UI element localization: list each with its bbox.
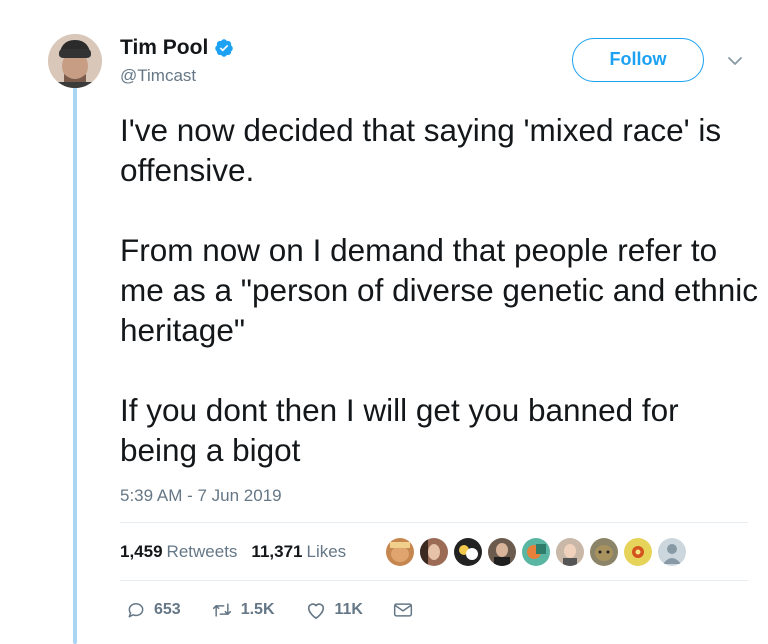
user-handle[interactable]: @Timcast <box>120 66 196 86</box>
likes-stat[interactable]: 11,371 Likes <box>251 542 346 562</box>
envelope-icon <box>393 603 413 617</box>
liker-avatars <box>385 537 691 567</box>
liker-avatar[interactable] <box>453 537 483 567</box>
avatar-image <box>48 34 102 88</box>
thread-line <box>73 86 77 644</box>
retweet-button[interactable]: 1.5K <box>211 600 275 620</box>
liker-avatar[interactable] <box>419 537 449 567</box>
liker-avatar[interactable] <box>385 537 415 567</box>
retweets-count: 1,459 <box>120 542 163 561</box>
liker-avatar[interactable] <box>555 537 585 567</box>
reply-button[interactable]: 653 <box>126 600 181 620</box>
tweet-text: I've now decided that saying 'mixed race… <box>120 110 760 470</box>
divider <box>120 580 748 581</box>
divider <box>120 522 748 523</box>
like-count: 11K <box>334 601 363 618</box>
tweet-paragraph: I've now decided that saying 'mixed race… <box>120 112 722 188</box>
liker-avatar[interactable] <box>521 537 551 567</box>
user-name[interactable]: Tim Pool <box>120 36 208 60</box>
chevron-down-icon[interactable] <box>726 54 744 68</box>
user-name-row: Tim Pool <box>120 36 234 60</box>
retweets-stat[interactable]: 1,459 Retweets <box>120 542 237 562</box>
tweet-paragraph: If you dont then I will get you banned f… <box>120 392 679 468</box>
avatar[interactable] <box>48 34 102 88</box>
heart-icon <box>307 603 324 619</box>
likes-count: 11,371 <box>251 542 303 561</box>
retweets-label: Retweets <box>166 542 238 561</box>
liker-avatar[interactable] <box>487 537 517 567</box>
reply-icon <box>128 603 144 618</box>
likes-label: Likes <box>306 542 347 561</box>
verified-badge-icon <box>215 39 234 57</box>
engagement-stats: 1,459 Retweets 11,371 Likes <box>120 542 360 562</box>
retweet-count: 1.5K <box>240 601 275 618</box>
liker-avatar[interactable] <box>657 537 687 567</box>
direct-message-button[interactable] <box>393 601 421 619</box>
reply-count: 653 <box>154 601 181 618</box>
like-button[interactable]: 11K <box>305 600 363 620</box>
liker-avatar[interactable] <box>623 537 653 567</box>
tweet-timestamp[interactable]: 5:39 AM - 7 Jun 2019 <box>120 486 282 506</box>
retweet-icon <box>212 603 231 617</box>
liker-avatar[interactable] <box>589 537 619 567</box>
tweet-paragraph: From now on I demand that people refer t… <box>120 232 759 348</box>
follow-button[interactable]: Follow <box>572 38 704 82</box>
tweet-actions: 653 1.5K 11K <box>126 600 451 620</box>
